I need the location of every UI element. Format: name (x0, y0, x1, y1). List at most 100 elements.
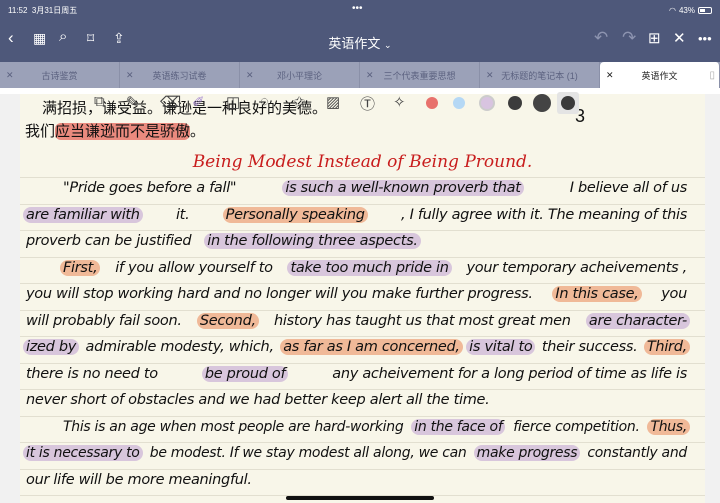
tab-three-represents[interactable]: ✕ 三个代表重要思想 (360, 62, 480, 88)
ruled-line (20, 309, 705, 311)
essay-line: This is an age when most people are hard… (60, 418, 690, 435)
page-layout-icon[interactable]: ⧉ (94, 93, 105, 110)
size-dot (561, 96, 575, 110)
share-icon[interactable]: ⇪ (113, 30, 125, 47)
highlighter-icon[interactable]: ✐ (192, 93, 205, 111)
pen-toolbar: ⧉ ✎ ⌫ ✐ ◫ ◌ ✩ ▨ Ⓣ ✧ (0, 88, 720, 118)
size-medium-selected[interactable] (557, 92, 579, 114)
essay-text: your temporary acheivements , (466, 259, 687, 276)
highlighted-phrase: First, (60, 259, 101, 276)
tab-label: 古诗鉴赏 (41, 70, 78, 81)
essay-text: admirable modesty, which, (85, 339, 275, 355)
shapes-icon[interactable]: ◫ (226, 93, 240, 111)
add-page-icon[interactable]: ⊞ (648, 29, 661, 47)
highlighted-phrase: in the following three aspects. (204, 233, 421, 249)
lasso-icon[interactable]: ◌ (260, 93, 269, 110)
essay-line: "Pride goes before a fall" is such a well… (60, 180, 690, 196)
essay-text: you (661, 286, 687, 302)
essay-line: will probably fail soon. Second, history h… (23, 312, 690, 329)
redo-icon[interactable]: ↷ (622, 28, 636, 48)
essay-text: proverb can be justified (26, 233, 192, 249)
pen-icon[interactable]: ✎ (126, 93, 139, 111)
document-title[interactable]: 英语作文 ⌄ (328, 36, 391, 51)
essay-line: are familiar with it. Personally speaking,… (23, 206, 690, 223)
tab-bar: ✕ 古诗鉴赏 ✕ 英语练习试卷 ✕ 邓小平理论 ✕ 三个代表重要思想 ✕ 无标题的笔记本 … (0, 62, 720, 88)
highlighted-phrase: as far as I am concerned, (280, 339, 463, 355)
highlighted-phrase: it is necessary to (23, 445, 143, 461)
highlighted-phrase: take too much pride in (287, 259, 452, 276)
highlighted-phrase: ized by (23, 339, 80, 355)
tab-close-icon[interactable]: ✕ (606, 70, 614, 81)
image-icon[interactable]: ▨ (326, 93, 340, 111)
multitask-dots-icon[interactable]: ••• (352, 3, 363, 14)
ruled-line (20, 336, 705, 337)
title-text: 英语作文 (328, 36, 381, 51)
tab-untitled-notebook[interactable]: ✕ 无标题的笔记本 (1) (480, 62, 600, 88)
essay-text: history has taught us that most great me… (274, 312, 571, 329)
essay-text: any acheivement for a long period of tim… (332, 365, 687, 382)
tab-label: 邓小平理论 (276, 70, 322, 81)
sidebar-toggle-icon[interactable]: ▯ (709, 70, 715, 81)
tab-gushi[interactable]: ✕ 古诗鉴赏 (0, 62, 120, 88)
size-large[interactable] (533, 94, 551, 112)
essay-text: "Pride goes before a fall" (63, 180, 237, 196)
more-icon[interactable]: ••• (698, 31, 712, 46)
color-red[interactable] (426, 97, 438, 109)
essay-text: our life will be more meaningful. (26, 471, 252, 488)
cn-prefix: 我们 (25, 123, 56, 140)
essay-title: Being Modest Instead of Being Pround. (192, 152, 533, 172)
highlighted-text: 应当谦逊而不是骄傲 (55, 123, 191, 140)
highlighted-phrase: Second, (196, 312, 259, 329)
back-icon[interactable]: ‹ (8, 28, 14, 48)
tab-close-icon[interactable]: ✕ (126, 70, 134, 81)
grid-view-icon[interactable]: ▦ (33, 30, 46, 47)
essay-text: it. (175, 206, 190, 223)
cn-suffix: 。 (190, 123, 206, 140)
chevron-down-icon: ⌄ (384, 40, 392, 50)
bookmark-icon[interactable]: ⌑ (87, 30, 94, 47)
essay-text: I believe all of us (569, 180, 688, 196)
highlighted-phrase: Thus, (647, 418, 690, 435)
close-icon[interactable]: ✕ (673, 29, 686, 47)
notebook-page[interactable]: 满招损，谦受益。谦逊是一种良好的美德。 我们应当谦逊而不是骄傲。 3 Being… (20, 94, 705, 503)
tab-close-icon[interactable]: ✕ (486, 70, 494, 81)
wifi-icon: ◠ (669, 5, 676, 15)
undo-icon[interactable]: ↶ (594, 28, 608, 48)
laser-pointer-icon[interactable]: ✧ (393, 93, 406, 111)
essay-text: their success. (541, 339, 638, 355)
home-indicator[interactable] (286, 496, 434, 500)
essay-text: you will stop working hard and no longer… (26, 286, 533, 302)
tab-label: 无标题的笔记本 (1) (501, 70, 578, 81)
ruled-line (20, 256, 705, 258)
tab-close-icon[interactable]: ✕ (246, 70, 254, 81)
status-date: 3月31日周五 (31, 5, 78, 15)
essay-text: be modest. If we stay modest all along, … (149, 445, 467, 461)
essay-text: never short of obstacles and we had bett… (26, 392, 490, 408)
search-icon[interactable]: ⌕ (59, 28, 67, 45)
ruled-line (20, 177, 705, 178)
size-small[interactable] (508, 96, 522, 110)
essay-text: , I fully agree with it. The meaning of … (400, 206, 687, 223)
color-lavender-selected[interactable] (479, 95, 495, 111)
essay-text: fierce competition. (513, 418, 640, 435)
tab-label: 三个代表重要思想 (383, 70, 456, 81)
highlighted-phrase: be proud of (201, 365, 289, 382)
highlighted-phrase: Personally speaking (222, 206, 368, 223)
ruled-line (20, 442, 705, 443)
highlighted-phrase: are character- (585, 312, 690, 329)
text-icon[interactable]: Ⓣ (360, 93, 375, 114)
ruled-line (20, 415, 705, 417)
tab-english-essay[interactable]: ✕ 英语作文 ▯ (600, 62, 720, 88)
tab-english-exam[interactable]: ✕ 英语练习试卷 (120, 62, 240, 88)
highlighted-phrase: in the face of (411, 418, 506, 435)
tab-close-icon[interactable]: ✕ (366, 70, 374, 81)
tab-label: 英语练习试卷 (152, 70, 207, 81)
tab-close-icon[interactable]: ✕ (6, 70, 14, 81)
color-light-blue[interactable] (453, 97, 465, 109)
status-bar: 11:52 3月31日周五 ••• ◠ 43% (0, 0, 720, 20)
highlighted-phrase: is such a well-known proverb that (282, 180, 524, 196)
tab-deng-theory[interactable]: ✕ 邓小平理论 (240, 62, 360, 88)
essay-text: constantly and (587, 445, 687, 461)
sticker-icon[interactable]: ✩ (293, 93, 306, 111)
eraser-icon[interactable]: ⌫ (160, 93, 181, 111)
